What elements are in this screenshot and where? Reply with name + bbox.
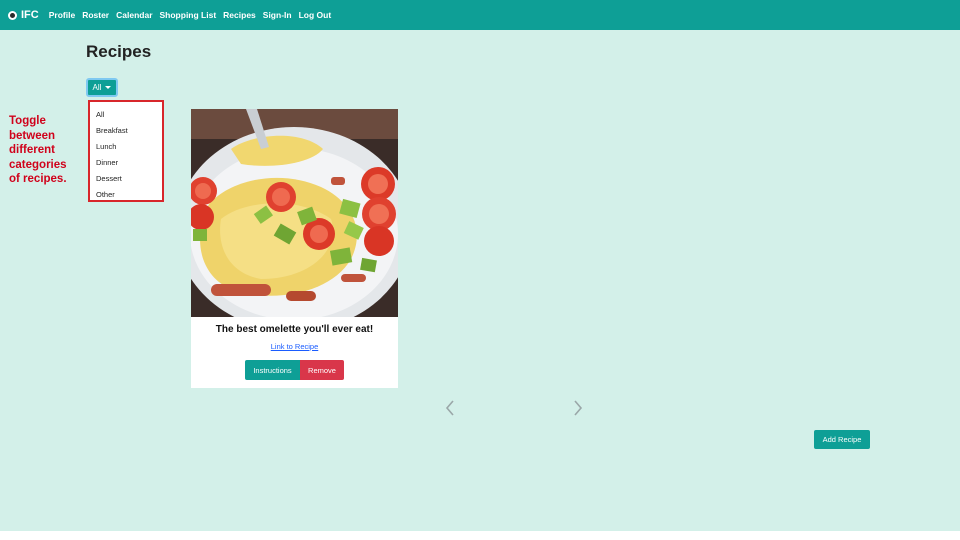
recipe-image	[191, 109, 398, 317]
annotation-line: of recipes.	[9, 173, 67, 185]
nav-roster[interactable]: Roster	[82, 10, 109, 20]
annotation-text: Toggle between different categories of r…	[9, 114, 67, 187]
recipe-title: The best omelette you'll ever eat!	[215, 324, 374, 335]
category-option-lunch[interactable]: Lunch	[90, 138, 162, 154]
category-option-dinner[interactable]: Dinner	[90, 154, 162, 170]
remove-button[interactable]: Remove	[300, 360, 344, 380]
nav-log-out[interactable]: Log Out	[299, 10, 332, 20]
dropdown-selected-label: All	[92, 83, 102, 92]
annotation-line: different	[9, 144, 55, 156]
category-dropdown-menu: All Breakfast Lunch Dinner Dessert Other	[88, 100, 164, 202]
category-option-all[interactable]: All	[90, 106, 162, 122]
annotation-line: between	[9, 129, 56, 142]
nav-shopping-list[interactable]: Shopping List	[160, 10, 217, 20]
caret-down-icon	[105, 86, 112, 89]
carousel-next-button[interactable]	[572, 399, 584, 417]
brand-name: IFC	[21, 9, 39, 21]
recipe-link[interactable]: Link to Recipe	[191, 342, 398, 351]
recipe-actions: Instructions Remove	[245, 360, 344, 380]
category-dropdown-button[interactable]: All	[86, 78, 118, 97]
recipe-card: The best omelette you'll ever eat! Link …	[191, 109, 398, 388]
logo-icon	[8, 10, 17, 20]
chevron-left-icon	[445, 400, 454, 416]
page-title: Recipes	[86, 42, 152, 61]
category-option-breakfast[interactable]: Breakfast	[90, 122, 162, 138]
category-option-other[interactable]: Other	[90, 186, 162, 202]
annotation-line: categories	[9, 158, 67, 171]
category-option-dessert[interactable]: Dessert	[90, 170, 162, 186]
nav-sign-in[interactable]: Sign-In	[263, 10, 292, 20]
add-recipe-button[interactable]: Add Recipe	[814, 430, 870, 449]
brand[interactable]: IFC	[8, 9, 39, 21]
page-background: IFC Profile Roster Calendar Shopping Lis…	[0, 0, 960, 531]
chevron-right-icon	[574, 400, 583, 416]
nav-profile[interactable]: Profile	[49, 10, 75, 20]
instructions-button[interactable]: Instructions	[245, 360, 300, 380]
navbar: IFC Profile Roster Calendar Shopping Lis…	[0, 0, 960, 30]
carousel-prev-button[interactable]	[444, 399, 456, 417]
omelette-photo	[191, 109, 398, 317]
annotation-line: Toggle	[9, 115, 46, 127]
nav-calendar[interactable]: Calendar	[116, 10, 152, 20]
nav-recipes[interactable]: Recipes	[223, 10, 256, 20]
